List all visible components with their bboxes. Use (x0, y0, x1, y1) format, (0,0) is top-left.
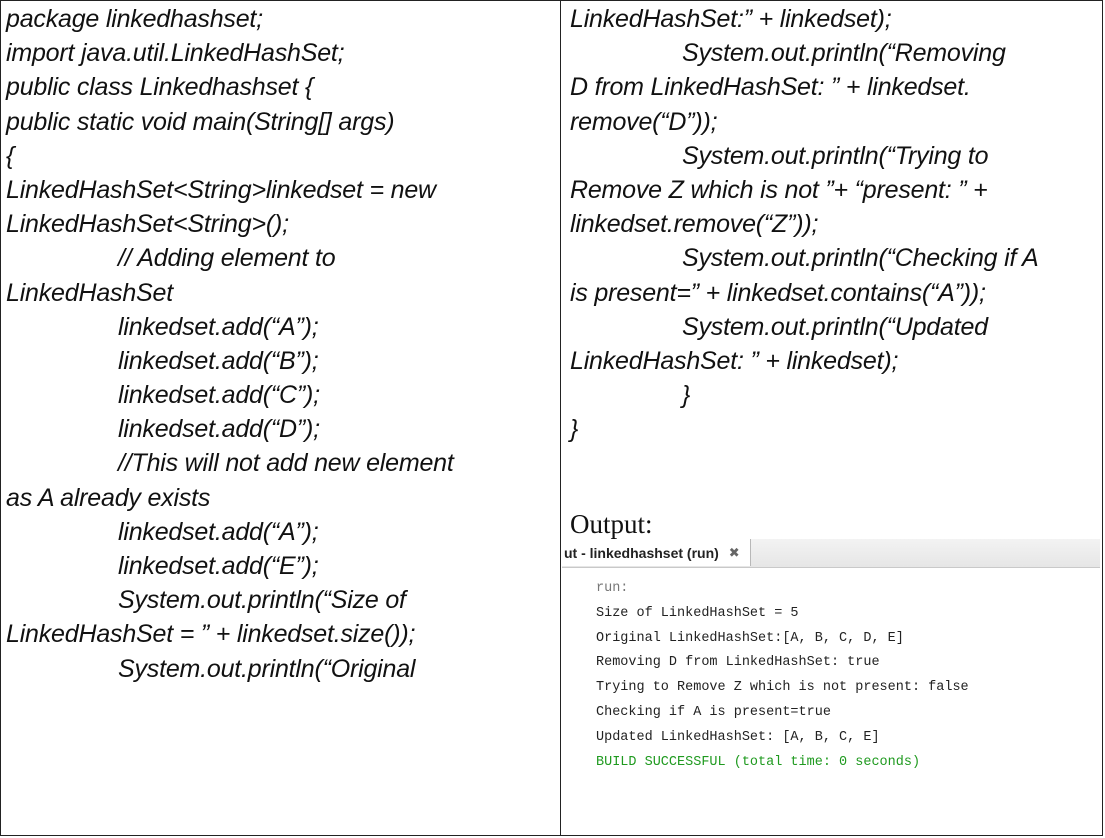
left-code-column: package linkedhashset; import java.util.L… (6, 2, 556, 686)
right-code-line: } (570, 415, 579, 444)
left-code-line: package linkedhashset; (6, 5, 263, 33)
console-line: Removing D from LinkedHashSet: true (596, 655, 880, 671)
left-code-line: //This will not add new element (118, 449, 454, 478)
left-code-line: LinkedHashSet<String>linkedset = new (6, 175, 436, 204)
left-code-line: System.out.println(“Size of (118, 586, 406, 615)
left-code-line: LinkedHashSet<String>(); (6, 210, 289, 239)
column-divider (560, 0, 561, 836)
left-code-line: { (6, 141, 15, 170)
left-code-line: linkedset.add(“E”); (118, 552, 319, 580)
left-code-line: LinkedHashSet = ” + linkedset.size()); (6, 620, 416, 649)
left-code-line: linkedset.add(“A”); (118, 312, 319, 341)
left-code-line: import java.util.LinkedHashSet; (6, 39, 345, 68)
right-code-line: System.out.println(“Trying to (682, 141, 989, 170)
left-code-line: as A already exists (6, 483, 211, 512)
left-code-line: linkedset.add(“B”); (118, 346, 319, 375)
left-code-line: // Adding element to (118, 244, 336, 273)
console-line: run: (596, 581, 629, 596)
left-code-line: public class Linkedhashset { (6, 73, 314, 102)
output-label: Output: (570, 509, 653, 539)
left-code-line: linkedset.add(“D”); (118, 415, 320, 444)
console-line: Trying to Remove Z which is not present:… (596, 680, 969, 696)
right-code-line: LinkedHashSet: ” + linkedset); (570, 346, 899, 375)
console-tab[interactable]: ut - linkedhashset (run) ✖ (562, 539, 751, 566)
right-code-line: } (682, 381, 691, 410)
left-code-line: linkedset.add(“A”); (118, 517, 319, 546)
right-code-line: linkedset.remove(“Z”)); (570, 210, 819, 239)
right-code-line: LinkedHashSet:” + linkedset); (570, 5, 892, 33)
right-code-line: D from LinkedHashSet: ” + linkedset. (570, 73, 971, 102)
left-code-line: linkedset.add(“C”); (118, 381, 320, 410)
right-code-line: remove(“D”)); (570, 107, 718, 136)
right-code-line: System.out.println(“Checking if A (682, 244, 1039, 273)
close-icon[interactable]: ✖ (729, 545, 740, 561)
left-code-line: public static void main(String[] args) (6, 107, 395, 136)
console-tab-bar: ut - linkedhashset (run) ✖ (562, 539, 1100, 568)
console-line: Original LinkedHashSet:[A, B, C, D, E] (596, 630, 904, 646)
right-code-line: System.out.println(“Updated (682, 312, 988, 341)
left-code-line: LinkedHashSet (6, 278, 173, 307)
right-code-line: is present=” + linkedset.contains(“A”)); (570, 278, 986, 307)
console-line: Size of LinkedHashSet = 5 (596, 605, 799, 621)
console-line: Checking if A is present=true (596, 704, 831, 720)
output-console: ut - linkedhashset (run) ✖ run: Size of L… (562, 539, 1100, 809)
console-line: Updated LinkedHashSet: [A, B, C, E] (596, 729, 880, 745)
right-code-line: Remove Z which is not ”+ “present: ” + (570, 175, 988, 204)
console-tab-title: ut - linkedhashset (run) (564, 544, 719, 561)
console-output-text: run: Size of LinkedHashSet = 5 Original Li… (596, 577, 969, 775)
right-code-line: System.out.println(“Removing (682, 39, 1006, 68)
right-code-column: LinkedHashSet:” + linkedset); System.out.… (570, 2, 1100, 446)
left-code-line: System.out.println(“Original (118, 654, 416, 683)
console-line: BUILD SUCCESSFUL (total time: 0 seconds) (596, 754, 921, 770)
